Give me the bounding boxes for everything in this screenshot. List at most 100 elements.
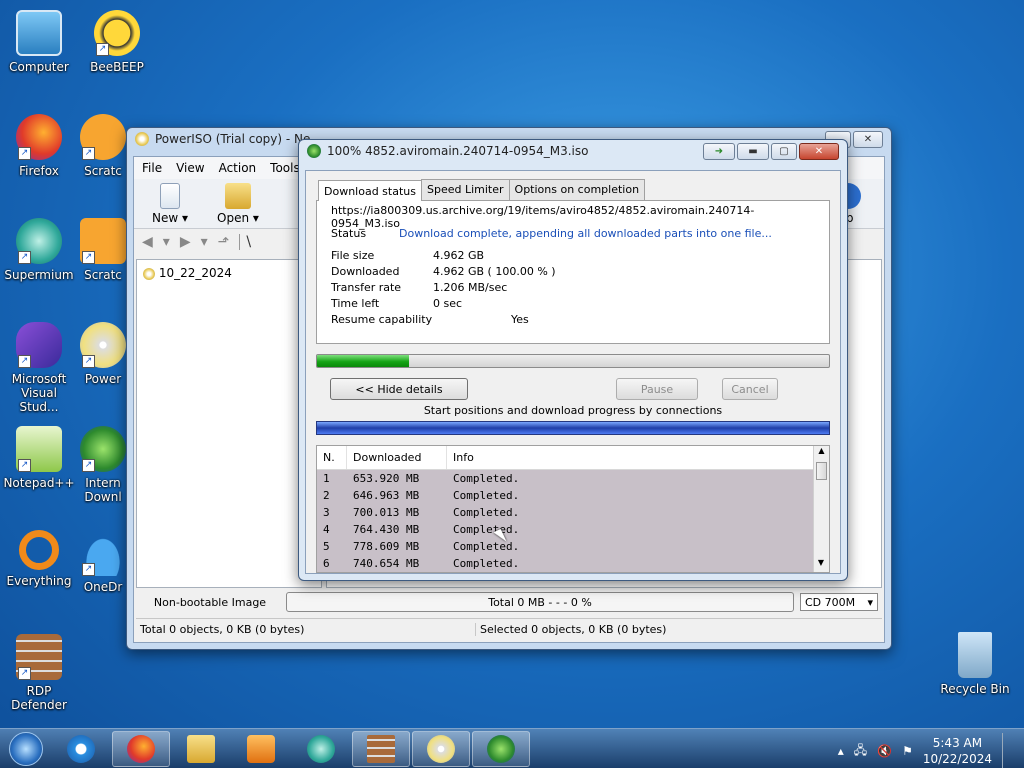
menu-view[interactable]: View (176, 161, 204, 175)
start-button[interactable] (0, 729, 52, 768)
menu-action[interactable]: Action (219, 161, 257, 175)
row-number: 2 (323, 489, 330, 502)
column-header-downloaded[interactable]: Downloaded (347, 446, 447, 469)
menu-tools[interactable]: Tools (270, 161, 300, 175)
desktop-icon-label: Intern Downl (84, 476, 122, 504)
dropdown-arrow-icon[interactable]: ▾ (182, 211, 188, 225)
table-row[interactable]: 5 778.609 MB Completed. (317, 538, 829, 555)
shortcut-arrow-icon: ↗ (18, 147, 31, 160)
clock[interactable]: 5:43 AM 10/22/2024 (923, 735, 992, 767)
close-button[interactable]: ✕ (853, 130, 883, 148)
desktop-icon-computer[interactable]: Computer (0, 10, 78, 74)
maximize-button[interactable]: ▢ (771, 142, 797, 160)
network-icon[interactable]: 🖧 (854, 741, 867, 762)
tab-download-status[interactable]: Download status (318, 180, 422, 201)
table-row[interactable]: 3 700.013 MB Completed. (317, 504, 829, 521)
tab-options-on-completion[interactable]: Options on completion (508, 179, 646, 200)
folder-icon (187, 734, 215, 763)
action-center-flag-icon[interactable]: ⚑ (902, 744, 913, 758)
disc-icon: ↗ (80, 322, 126, 368)
shortcut-arrow-icon: ↗ (96, 43, 109, 56)
clock-time: 5:43 AM (932, 736, 983, 750)
desktop-icon-firefox[interactable]: ↗ Firefox (0, 114, 78, 178)
taskbar-ie[interactable] (52, 731, 110, 767)
column-header-number[interactable]: N. (317, 446, 347, 469)
taskbar-idm[interactable] (472, 730, 530, 767)
open-label: Open (217, 211, 250, 225)
dropdown-arrow-icon[interactable]: ▾ (163, 234, 170, 250)
up-icon[interactable]: ⬏ (218, 234, 230, 250)
system-tray: ▴ 🖧 🔇 ⚑ 5:43 AM 10/22/2024 (838, 733, 1012, 768)
table-row[interactable]: 4 764.430 MB Completed. (317, 521, 829, 538)
table-row[interactable]: 1 653.920 MB Completed. (317, 470, 829, 487)
minimize-button[interactable]: ▬ (737, 142, 769, 160)
shortcut-arrow-icon: ↗ (18, 251, 31, 264)
total-progress: Total 0 MB - - - 0 % (286, 592, 794, 612)
scroll-thumb[interactable] (816, 462, 827, 480)
folder-tree[interactable]: 10_22_2024 (136, 259, 322, 588)
desktop-icon-rdp-defender[interactable]: ↗ RDP Defender (0, 634, 78, 712)
notepadpp-icon: ↗ (16, 426, 62, 472)
brick-wall-icon (367, 734, 395, 763)
table-row[interactable]: 6 740.654 MB Completed. (317, 555, 829, 572)
to-tray-button[interactable]: ➜ (703, 142, 735, 160)
volume-muted-icon[interactable]: 🔇 (877, 744, 892, 758)
row-downloaded: 653.920 MB (353, 472, 420, 485)
dropdown-arrow-icon[interactable]: ▾ (201, 234, 208, 250)
desktop-icon-everything[interactable]: Everything (0, 530, 78, 588)
tab-speed-limiter[interactable]: Speed Limiter (420, 179, 510, 200)
desktop-icon-onedrive[interactable]: ↗ OneDr (78, 530, 128, 594)
row-downloaded: 740.654 MB (353, 557, 420, 570)
taskbar-poweriso[interactable] (412, 730, 470, 767)
cancel-button[interactable]: Cancel (722, 378, 778, 400)
status-row: Status Download complete, appending all … (331, 225, 815, 241)
pause-button[interactable]: Pause (616, 378, 698, 400)
taskbar-explorer[interactable] (172, 731, 230, 767)
desktop-icon-notepadpp[interactable]: ↗ Notepad++ (0, 426, 78, 490)
desktop-icon-idm[interactable]: ↗ Intern Downl (78, 426, 128, 504)
open-button[interactable]: Open ▾ (214, 183, 262, 225)
desktop-icon-beebeep[interactable]: ↗ BeeBEEP (78, 10, 156, 74)
scroll-down-arrow-icon[interactable]: ▼ (814, 558, 828, 572)
tab-bar: Download status Speed Limiter Options on… (306, 171, 840, 201)
desktop-icon-supermium[interactable]: ↗ Supermium (0, 218, 78, 282)
vertical-scrollbar[interactable]: ▲ ▼ (813, 446, 829, 572)
media-select[interactable]: CD 700M ▾ (800, 593, 878, 611)
downloaded-row: Downloaded 4.962 GB ( 100.00 % ) (331, 263, 815, 279)
back-icon[interactable]: ◀ (142, 234, 153, 250)
desktop-icon-scratch[interactable]: ↗ Scratc (78, 114, 128, 178)
desktop-icon-visual-studio[interactable]: ↗ Microsoft Visual Stud... (0, 322, 78, 414)
column-header-info[interactable]: Info (447, 446, 829, 469)
table-row[interactable]: 2 646.963 MB Completed. (317, 487, 829, 504)
connections-table[interactable]: N. Downloaded Info 1 653.920 MB Completed.… (316, 445, 830, 573)
desktop-icon-recycle-bin[interactable]: Recycle Bin (936, 632, 1014, 696)
desktop-icon-scratch-2[interactable]: ↗ Scratc (78, 218, 128, 282)
new-button[interactable]: New ▾ (146, 183, 194, 225)
download-dialog[interactable]: 100% 4852.aviromain.240714-0954_M3.iso ➜… (298, 139, 848, 581)
dropdown-arrow-icon[interactable]: ▾ (253, 211, 259, 225)
chevron-down-icon: ▾ (867, 595, 873, 609)
hide-details-button[interactable]: << Hide details (330, 378, 468, 400)
button-row: << Hide details Pause Cancel (330, 378, 830, 400)
download-titlebar[interactable]: 100% 4852.aviromain.240714-0954_M3.iso ➜… (299, 140, 847, 162)
taskbar-supermium[interactable] (292, 731, 350, 767)
menu-file[interactable]: File (142, 161, 162, 175)
shortcut-arrow-icon: ↗ (18, 459, 31, 472)
forward-icon[interactable]: ▶ (180, 234, 191, 250)
shortcut-arrow-icon: ↗ (82, 563, 95, 576)
magnifier-icon (19, 530, 59, 570)
taskbar-media-player[interactable] (232, 731, 290, 767)
close-button[interactable]: ✕ (799, 142, 839, 160)
scroll-up-arrow-icon[interactable]: ▲ (814, 446, 829, 460)
show-desktop-button[interactable] (1002, 733, 1012, 768)
desktop-icon-label: OneDr (83, 580, 123, 594)
taskbar-firefox[interactable] (112, 730, 170, 767)
desktop-icon-label: Supermium (4, 268, 74, 282)
tree-item-root[interactable]: 10_22_2024 (159, 266, 232, 280)
clock-date: 10/22/2024 (922, 752, 992, 766)
show-hidden-icons-icon[interactable]: ▴ (838, 744, 844, 758)
row-downloaded: 764.430 MB (353, 523, 420, 536)
desktop-icon-poweriso[interactable]: ↗ Power (78, 322, 128, 386)
path-field[interactable]: \ (239, 234, 251, 250)
taskbar-rdp-defender[interactable] (352, 730, 410, 767)
